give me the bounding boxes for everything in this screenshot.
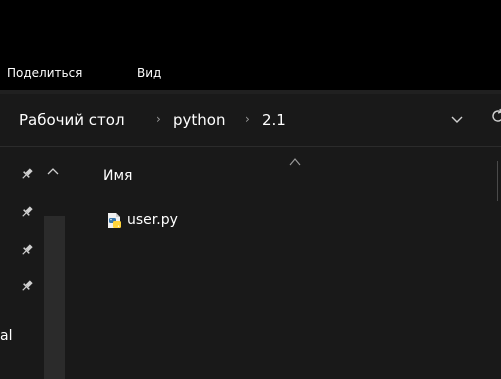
list-item[interactable]: user.py — [103, 206, 303, 232]
column-divider[interactable] — [497, 161, 498, 201]
ribbon-toolbar: Поделиться Вид — [0, 58, 501, 90]
share-tab[interactable]: Поделиться — [7, 66, 82, 80]
breadcrumb-current-folder[interactable]: 2.1 — [262, 111, 286, 129]
pin-icon[interactable] — [20, 167, 34, 181]
column-header-name[interactable]: Имя — [103, 168, 132, 184]
file-name: user.py — [127, 212, 178, 228]
refresh-icon[interactable] — [490, 108, 501, 124]
pin-icon[interactable] — [20, 205, 34, 219]
chevron-down-icon[interactable] — [449, 111, 465, 127]
breadcrumb-desktop[interactable]: Рабочий стол — [19, 111, 125, 129]
address-bar[interactable]: Рабочий стол › python › 2.1 — [10, 101, 478, 135]
python-file-icon — [108, 213, 121, 228]
view-tab[interactable]: Вид — [137, 66, 161, 80]
nav-item-label[interactable]: al — [0, 328, 12, 344]
pin-icon[interactable] — [20, 279, 34, 293]
breadcrumb-separator[interactable]: › — [156, 112, 161, 126]
sort-ascending-icon — [289, 158, 301, 166]
pin-icon[interactable] — [20, 243, 34, 257]
breadcrumb-separator[interactable]: › — [245, 112, 250, 126]
title-bar — [0, 0, 501, 58]
scroll-up-arrow-icon[interactable] — [47, 166, 59, 176]
navigation-pane: al — [0, 147, 70, 379]
file-list: Имя user.py — [70, 147, 501, 379]
nav-scrollbar[interactable] — [44, 216, 65, 379]
address-row: Рабочий стол › python › 2.1 — [0, 94, 501, 146]
breadcrumb-python[interactable]: python — [173, 111, 225, 129]
